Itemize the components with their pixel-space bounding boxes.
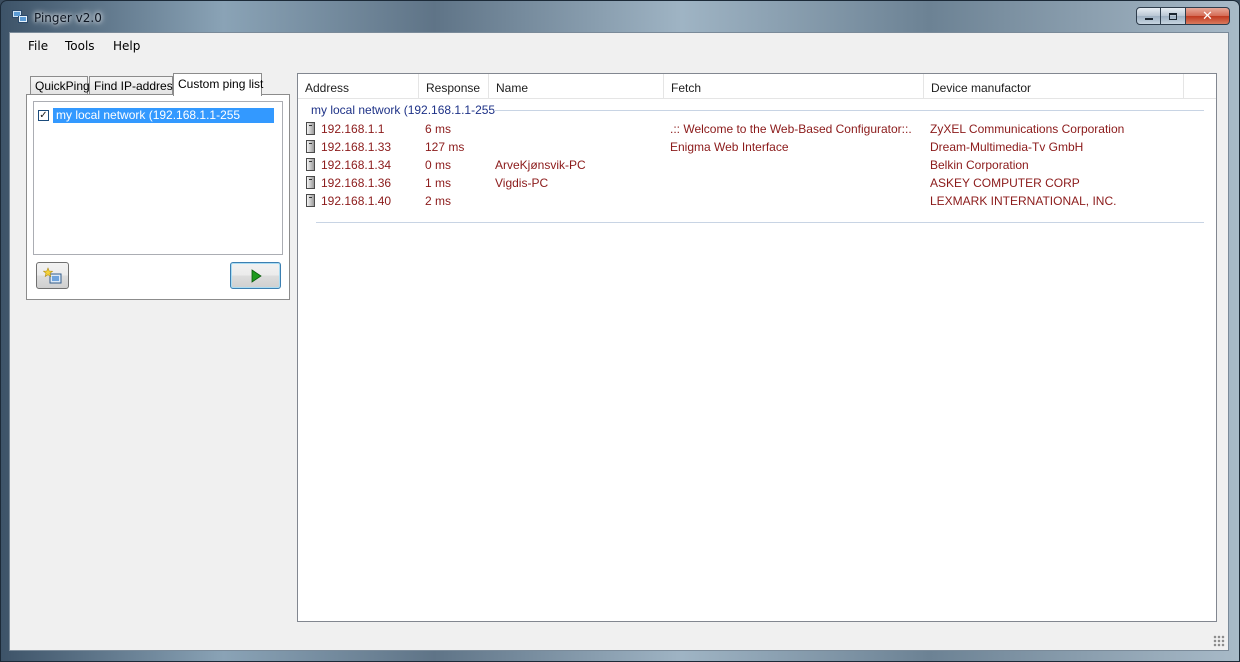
maximize-button[interactable]	[1161, 7, 1186, 25]
cell-address: 192.168.1.1	[321, 122, 385, 136]
minimize-icon	[1144, 18, 1153, 20]
device-icon	[306, 122, 315, 135]
device-icon	[306, 194, 315, 207]
cell-response: 6 ms	[425, 122, 452, 136]
table-row[interactable]: 192.168.1.40 2 ms LEXMARK INTERNATIONAL,…	[298, 192, 1214, 210]
table-row[interactable]: 192.168.1.33 127 ms Enigma Web Interface…	[298, 138, 1214, 156]
cell-manufacturer: Belkin Corporation	[930, 158, 1029, 172]
results-list[interactable]: Address Response Name Fetch Device manuf…	[297, 73, 1217, 622]
maximize-icon	[1169, 12, 1177, 20]
title-bar[interactable]: Pinger v2.0 ✕	[1, 1, 1239, 33]
cell-manufacturer: LEXMARK INTERNATIONAL, INC.	[930, 194, 1117, 208]
status-bar	[10, 628, 1228, 650]
client-area: File Tools Help QuickPing Find IP-addres…	[9, 32, 1229, 651]
add-list-button[interactable]	[36, 262, 69, 289]
menu-tools[interactable]: Tools	[65, 39, 95, 53]
play-icon	[251, 268, 262, 283]
column-address[interactable]: Address	[298, 74, 419, 98]
cell-manufacturer: ZyXEL Communications Corporation	[930, 122, 1125, 136]
table-row[interactable]: 192.168.1.34 0 ms ArveKjønsvik-PC Belkin…	[298, 156, 1214, 174]
menu-bar: File Tools Help	[10, 33, 1228, 59]
column-header: Address Response Name Fetch Device manuf…	[298, 74, 1216, 99]
device-icon	[306, 176, 315, 189]
minimize-button[interactable]	[1136, 7, 1161, 25]
menu-file[interactable]: File	[28, 39, 48, 53]
column-fetch[interactable]: Fetch	[664, 74, 924, 98]
device-icon	[306, 140, 315, 153]
caption-buttons: ✕	[1136, 7, 1230, 25]
network-computers-icon	[12, 10, 28, 23]
add-list-icon	[42, 266, 61, 283]
ping-list-item-label[interactable]: my local network (192.168.1.1-255	[53, 107, 274, 123]
cell-response: 127 ms	[425, 140, 465, 154]
cell-address: 192.168.1.40	[321, 194, 392, 208]
column-response[interactable]: Response	[419, 74, 489, 98]
group-header[interactable]: my local network (192.168.1.1-255	[311, 103, 495, 117]
group-divider	[494, 110, 1204, 111]
tab-quickping[interactable]: QuickPing	[30, 76, 90, 95]
group-bottom-divider	[316, 222, 1204, 223]
table-row[interactable]: 192.168.1.36 1 ms Vigdis-PC ASKEY COMPUT…	[298, 174, 1214, 192]
cell-fetch: .:: Welcome to the Web-Based Configurato…	[670, 122, 912, 136]
menu-help[interactable]: Help	[113, 39, 140, 53]
run-ping-button[interactable]	[230, 262, 281, 289]
ping-list-item-checkbox[interactable]: ✓	[38, 109, 49, 121]
tab-find-ip-address[interactable]: Find IP-address	[89, 76, 179, 95]
window-title: Pinger v2.0	[34, 11, 102, 25]
cell-response: 0 ms	[425, 158, 452, 172]
ping-list-item[interactable]: ✓ my local network (192.168.1.1-255	[38, 107, 274, 123]
cell-address: 192.168.1.36	[321, 176, 392, 190]
cell-name: Vigdis-PC	[495, 176, 549, 190]
close-icon: ✕	[1202, 8, 1213, 24]
table-row[interactable]: 192.168.1.1 6 ms .:: Welcome to the Web-…	[298, 120, 1214, 138]
cell-name: ArveKjønsvik-PC	[495, 158, 586, 172]
cell-address: 192.168.1.33	[321, 140, 392, 154]
cell-response: 2 ms	[425, 194, 452, 208]
cell-fetch: Enigma Web Interface	[670, 140, 789, 154]
close-button[interactable]: ✕	[1186, 7, 1230, 25]
custom-ping-list-panel: ✓ my local network (192.168.1.1-255	[26, 94, 290, 300]
resize-grip-icon[interactable]	[1213, 635, 1225, 647]
column-device-manufactor[interactable]: Device manufactor	[924, 74, 1184, 98]
tab-custom-ping-list[interactable]: Custom ping list	[173, 73, 263, 96]
ping-list-tree[interactable]: ✓ my local network (192.168.1.1-255	[33, 101, 283, 255]
cell-manufacturer: Dream-Multimedia-Tv GmbH	[930, 140, 1084, 154]
cell-address: 192.168.1.34	[321, 158, 392, 172]
app-window: Pinger v2.0 ✕ File Tools Help QuickPing …	[0, 0, 1240, 662]
device-icon	[306, 158, 315, 171]
cell-response: 1 ms	[425, 176, 452, 190]
cell-manufacturer: ASKEY COMPUTER CORP	[930, 176, 1080, 190]
column-name[interactable]: Name	[489, 74, 664, 98]
